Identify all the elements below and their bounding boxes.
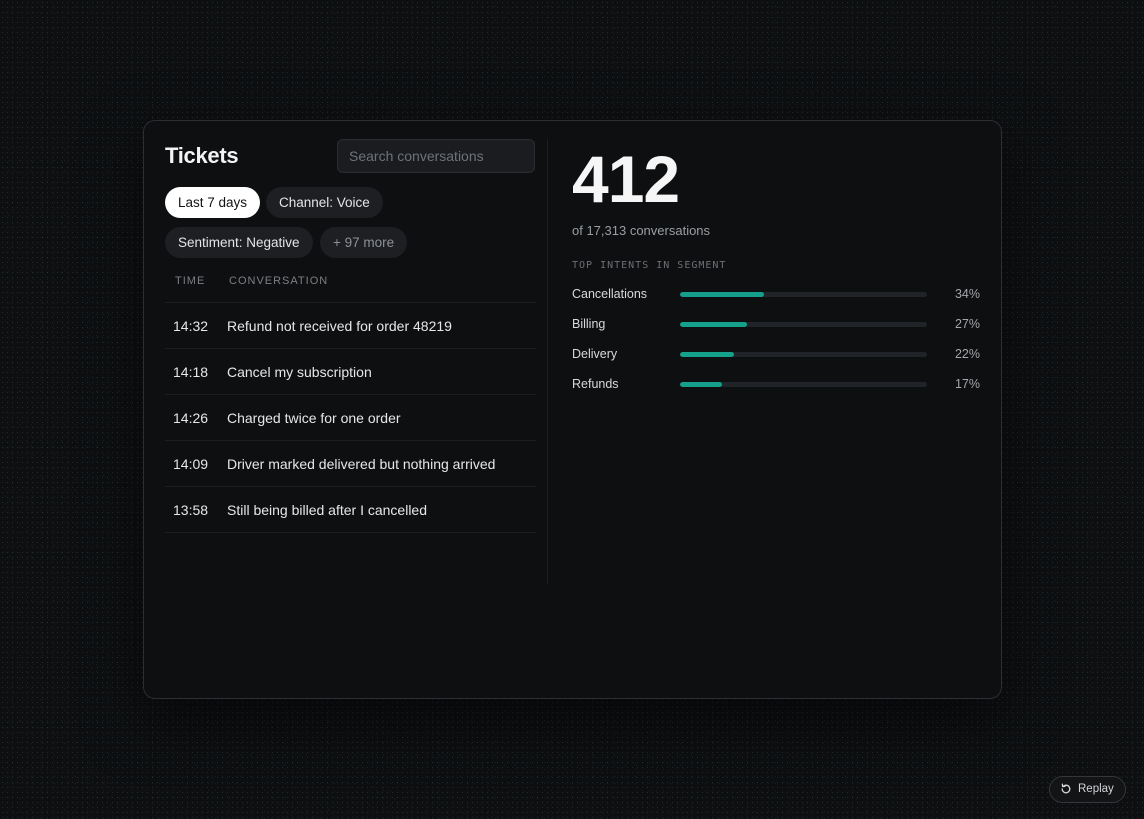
intent-percent: 34% — [954, 287, 980, 301]
column-header-conversation: CONVERSATION — [229, 275, 329, 287]
conversation-list: 14:32 Refund not received for order 4821… — [165, 302, 536, 533]
filter-chip-channel-voice[interactable]: Channel: Voice — [266, 187, 383, 218]
row-time: 14:32 — [173, 318, 209, 334]
column-header-time: TIME — [175, 275, 206, 287]
row-conversation: Charged twice for one order — [227, 410, 401, 426]
intent-bar-track — [680, 322, 927, 327]
row-conversation: Still being billed after I cancelled — [227, 502, 428, 518]
intent-row: Refunds 17% — [572, 374, 980, 404]
table-row[interactable]: 14:26 Charged twice for one order — [165, 394, 536, 440]
intent-bar-fill — [680, 352, 735, 357]
tickets-list-section: Tickets Last 7 days Channel: Voice Senti… — [144, 121, 547, 698]
intent-label: Refunds — [572, 377, 619, 391]
intent-row: Billing 27% — [572, 314, 980, 344]
intent-label: Delivery — [572, 347, 618, 361]
intent-bar-track — [680, 292, 927, 297]
replay-icon — [1061, 783, 1071, 794]
row-time: 14:26 — [173, 410, 209, 426]
row-conversation: Refund not received for order 48219 — [227, 318, 452, 334]
row-time: 13:58 — [173, 502, 209, 518]
intent-row: Delivery 22% — [572, 344, 980, 374]
intent-bar-track — [680, 352, 927, 357]
table-row[interactable]: 14:32 Refund not received for order 4821… — [165, 302, 536, 348]
tickets-panel: Tickets Last 7 days Channel: Voice Senti… — [143, 120, 1002, 699]
intent-row: Cancellations 34% — [572, 284, 980, 314]
filter-chip-last-7-days[interactable]: Last 7 days — [165, 187, 261, 218]
replay-button[interactable]: Replay — [1049, 776, 1126, 803]
table-row[interactable]: 14:09 Driver marked delivered but nothin… — [165, 440, 536, 486]
segment-count-subtitle: of 17,313 conversations — [572, 223, 711, 238]
row-conversation: Cancel my subscription — [227, 364, 372, 380]
intent-list: Cancellations 34% Billing 27% Delivery 2… — [572, 284, 980, 404]
segment-summary-section: 412 of 17,313 conversations TOP INTENTS … — [548, 121, 1001, 698]
table-row[interactable]: 13:58 Still being billed after I cancell… — [165, 486, 536, 533]
row-time: 14:09 — [173, 456, 209, 472]
intent-percent: 22% — [954, 347, 980, 361]
filter-chip-sentiment-negative[interactable]: Sentiment: Negative — [165, 227, 313, 258]
replay-label: Replay — [1078, 783, 1114, 795]
filter-chip-more[interactable]: + 97 more — [320, 227, 408, 258]
table-row[interactable]: 14:18 Cancel my subscription — [165, 348, 536, 394]
row-time: 14:18 — [173, 364, 209, 380]
intent-percent: 27% — [954, 317, 980, 331]
intent-bar-fill — [680, 322, 747, 327]
intents-section-label: TOP INTENTS IN SEGMENT — [572, 260, 727, 271]
search-input[interactable] — [337, 139, 535, 173]
intent-bar-fill — [680, 382, 722, 387]
segment-count: 412 — [572, 142, 680, 216]
intent-bar-fill — [680, 292, 764, 297]
intent-label: Cancellations — [572, 287, 648, 301]
intent-bar-track — [680, 382, 927, 387]
page-title: Tickets — [165, 143, 239, 168]
row-conversation: Driver marked delivered but nothing arri… — [227, 456, 496, 472]
intent-label: Billing — [572, 317, 606, 331]
intent-percent: 17% — [954, 377, 980, 391]
